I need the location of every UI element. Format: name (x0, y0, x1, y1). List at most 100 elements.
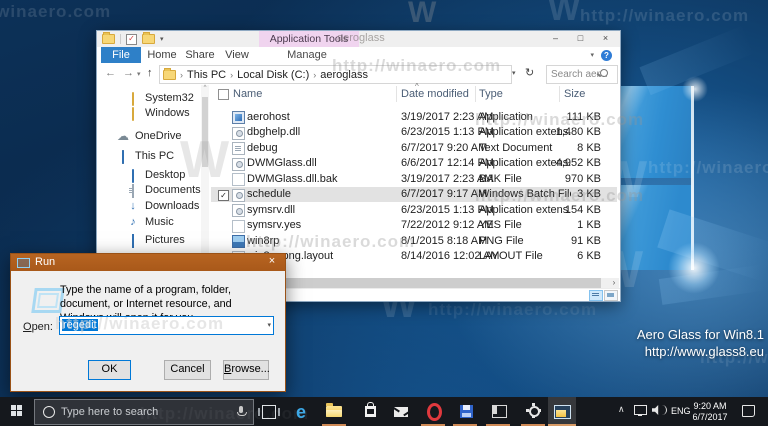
file-row-aerohost[interactable]: aerohost 3/19/2017 2:23 AM Application 1… (211, 109, 617, 125)
desktop-icon (132, 168, 134, 183)
ribbon-collapse-icon[interactable]: ▾ (590, 51, 594, 59)
tray-show-hidden-icons[interactable]: ∧ (618, 404, 625, 415)
dll-file-icon (232, 126, 245, 140)
file-checkbox-checked[interactable]: ✓ (218, 189, 229, 201)
tab-view[interactable]: View (221, 47, 253, 63)
explorer-window-icon (553, 404, 571, 419)
file-row-dbghelp[interactable]: dbghelp.dll 6/23/2015 1:13 PM Applicatio… (211, 125, 617, 141)
tab-manage[interactable]: Manage (279, 47, 335, 63)
run-command-input[interactable]: regedit ▾ (59, 316, 274, 335)
search-icon[interactable] (600, 69, 608, 77)
sidebar-item-downloads[interactable]: ↓ Downloads (127, 199, 199, 213)
run-dialog-title: Run (35, 256, 56, 268)
aero-glass-credit: Aero Glass for Win8.1 http://www.glass8.… (637, 326, 764, 360)
application-file-icon (232, 111, 245, 124)
task-view-button[interactable] (258, 405, 280, 419)
breadcrumb-local-disk[interactable]: Local Disk (C:) (237, 69, 309, 81)
text-file-icon (232, 142, 245, 155)
recent-locations-icon[interactable]: ▾ (137, 70, 141, 78)
volume-wave (660, 405, 667, 415)
onedrive-cloud-icon: ☁ (117, 128, 129, 143)
sidebar-item-windows[interactable]: Windows (127, 106, 190, 121)
tab-file[interactable]: File (101, 47, 141, 63)
run-close-button[interactable]: × (265, 255, 279, 267)
file-name: DWMGlass.dll (247, 157, 317, 169)
cancel-button[interactable]: Cancel (164, 360, 211, 380)
up-button[interactable]: ↑ (147, 67, 153, 79)
taskbar-icon-active-explorer[interactable] (548, 397, 576, 426)
breadcrumb-aeroglass[interactable]: aeroglass (320, 69, 368, 81)
ok-button[interactable]: OK (88, 360, 131, 380)
thumbnails-view-button[interactable] (604, 290, 618, 301)
combo-dropdown-icon[interactable]: ▾ (267, 321, 271, 329)
watermark: W (548, 0, 581, 28)
sidebar-item-system32[interactable]: System32 (127, 91, 194, 106)
help-icon[interactable]: ? (601, 50, 612, 61)
title-bar[interactable]: ✓ ▾ Application Tools aeroglass – □ × (97, 31, 620, 47)
sidebar-item-documents[interactable]: Documents (127, 183, 201, 198)
file-row-dwmglass-dll[interactable]: DWMGlass.dll 6/6/2017 12:14 PM Applicati… (211, 156, 617, 172)
credit-line-1: Aero Glass for Win8.1 (636, 327, 764, 342)
breadcrumb-this-pc[interactable]: This PC (187, 69, 226, 81)
maximize-button[interactable]: □ (568, 31, 593, 46)
file-name: dbghelp.dll (247, 126, 301, 138)
pictures-icon (132, 233, 134, 248)
sidebar-item-music[interactable]: ♪ Music (127, 215, 173, 229)
quick-access-toolbar: ✓ ▾ (102, 32, 164, 45)
sidebar-item-this-pc[interactable]: This PC (117, 149, 174, 164)
taskbar-search-input[interactable]: Type here to search (34, 399, 254, 425)
properties-icon[interactable]: ✓ (126, 33, 137, 45)
address-dropdown-icon[interactable]: ▾ (512, 69, 516, 77)
file-date: 6/7/2017 9:17 AM (401, 188, 488, 200)
microphone-icon[interactable] (237, 406, 247, 416)
tab-share[interactable]: Share (183, 47, 217, 63)
sidebar-item-desktop[interactable]: Desktop (127, 168, 185, 183)
header-checkbox[interactable] (218, 89, 229, 100)
tab-home[interactable]: Home (145, 47, 179, 63)
qat-customize-icon[interactable]: ▾ (160, 35, 164, 43)
folder-icon (132, 106, 134, 121)
taskbar-icon-store[interactable] (356, 397, 384, 426)
dll-file-icon (232, 157, 245, 171)
back-button[interactable]: ← (105, 67, 116, 79)
sidebar-item-pictures[interactable]: Pictures (127, 233, 185, 248)
taskbar-icon-edge[interactable]: e (287, 397, 315, 426)
taskbar-icon-backup-app[interactable] (452, 397, 480, 426)
address-bar[interactable]: › This PC › Local Disk (C:) › aeroglass (159, 65, 512, 84)
scroll-up-icon[interactable]: ^ (201, 85, 209, 91)
file-row-symsrv-yes[interactable]: symsrv.yes 7/22/2012 9:12 AM YES File 1 … (211, 218, 617, 234)
scroll-right-icon[interactable]: › (609, 278, 619, 288)
close-button[interactable]: × (593, 31, 618, 46)
file-row-dwmglass-bak[interactable]: DWMGlass.dll.bak 3/19/2017 2:23 AM BAK F… (211, 171, 617, 187)
details-view-button[interactable] (589, 290, 603, 301)
column-header-type[interactable]: Type (479, 88, 503, 100)
file-row-schedule-selected[interactable]: ✓ schedule 6/7/2017 9:17 AM Windows Batc… (211, 186, 617, 202)
taskbar-icon-file-explorer[interactable] (320, 397, 348, 426)
network-icon[interactable] (634, 405, 647, 416)
run-input-value-selected[interactable]: regedit (62, 318, 98, 331)
file-name: aerohost (247, 110, 290, 123)
forward-button[interactable]: → (123, 67, 134, 79)
refresh-icon[interactable]: ↻ (525, 66, 534, 79)
file-row-win8rp[interactable]: win8rp 8/1/2015 8:18 AM PNG File 91 KB (211, 233, 617, 249)
taskbar-icon-settings[interactable] (520, 397, 548, 426)
column-header-date-modified[interactable]: Date modified (401, 88, 469, 100)
run-title-bar[interactable]: Run × (11, 254, 285, 271)
new-folder-icon[interactable] (142, 32, 155, 44)
file-row-symsrv-dll[interactable]: symsrv.dll 6/23/2015 1:13 PM Application… (211, 202, 617, 218)
file-date: 6/7/2017 9:20 AM (401, 141, 488, 154)
ribbon-tabs: File Home Share View Manage ▾ ? (97, 47, 620, 64)
sidebar-item-onedrive[interactable]: ☁ OneDrive (117, 129, 181, 143)
taskbar-icon-mail[interactable] (387, 397, 415, 426)
taskbar-icon-app-window[interactable] (485, 397, 513, 426)
column-header-size[interactable]: Size (564, 88, 585, 100)
file-row-debug[interactable]: debug 6/7/2017 9:20 AM Text Document 8 K… (211, 140, 617, 156)
minimize-button[interactable]: – (543, 31, 568, 46)
column-header-name[interactable]: Name (233, 88, 262, 100)
taskbar-icon-opera[interactable] (420, 397, 448, 426)
start-button[interactable] (0, 397, 34, 426)
action-center-icon[interactable] (742, 405, 755, 417)
run-dialog: Run × Type the name of a program, folder… (10, 253, 286, 392)
browse-button[interactable]: Browse... (223, 360, 270, 380)
taskbar-clock[interactable]: 9:20 AM 6/7/2017 (688, 401, 732, 422)
